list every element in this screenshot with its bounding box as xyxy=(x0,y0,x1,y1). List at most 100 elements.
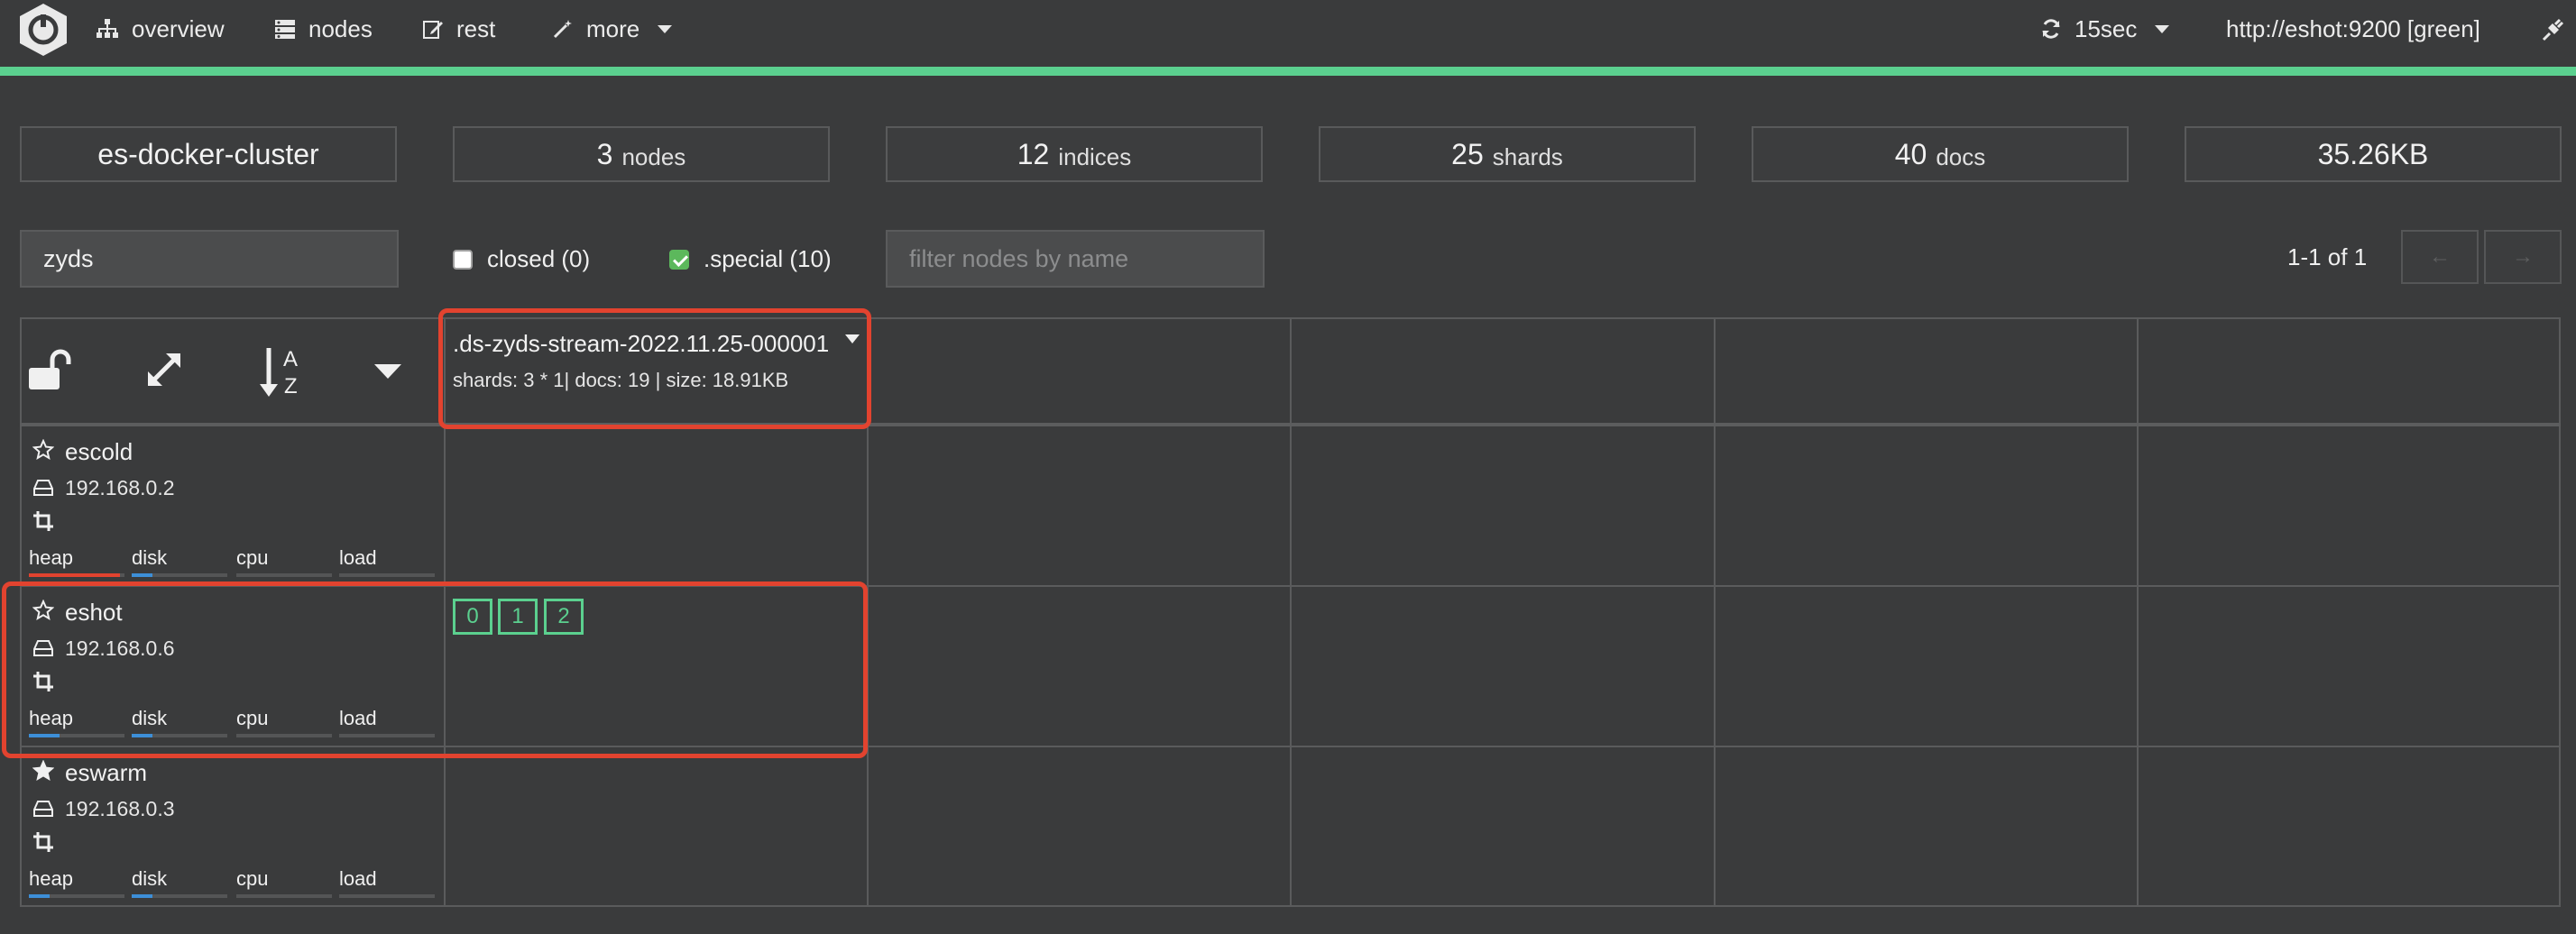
docs-count: 40 xyxy=(1894,137,1927,170)
node-name-eswarm[interactable]: eswarm xyxy=(65,759,147,787)
nav-more-label: more xyxy=(586,14,640,42)
docs-count-label: docs xyxy=(1936,142,1986,170)
sitemap-icon xyxy=(97,19,118,38)
indices-count: 12 xyxy=(1017,137,1050,170)
cpu-label: cpu xyxy=(236,867,269,890)
node-ip-eshot: 192.168.0.6 xyxy=(65,636,175,660)
disk-bar-fill xyxy=(132,894,153,898)
load-bar xyxy=(339,734,435,737)
disk-bar-fill xyxy=(132,573,153,577)
closed-checkbox-label: closed (0) xyxy=(487,245,591,272)
heap-bar-fill xyxy=(29,734,60,737)
refresh-icon xyxy=(2042,19,2060,39)
hdd-icon xyxy=(33,480,53,496)
grid-border xyxy=(2137,317,2139,907)
heap-bar-fill xyxy=(29,573,120,577)
load-label: load xyxy=(339,867,377,890)
cluster-health-bar xyxy=(0,67,2576,76)
node-name-escold[interactable]: escold xyxy=(65,438,133,466)
heap-bar xyxy=(29,894,124,898)
nav-overview-label: overview xyxy=(132,14,225,42)
indices-count-box: 12 indices xyxy=(886,126,1263,182)
cpu-label: cpu xyxy=(236,707,269,729)
crop-icon xyxy=(33,672,53,691)
cluster-size: 35.26KB xyxy=(2317,137,2429,170)
pagination-info: 1-1 of 1 xyxy=(2287,243,2368,270)
crop-icon xyxy=(33,511,53,531)
star-filled-icon[interactable] xyxy=(32,760,54,782)
heap-label: heap xyxy=(29,867,73,890)
cpu-bar xyxy=(236,894,332,898)
next-page-button[interactable]: → xyxy=(2484,230,2562,284)
special-checkbox-box[interactable] xyxy=(669,249,689,270)
grid-border xyxy=(20,905,2561,907)
connection-url[interactable]: http://eshot:9200 [green] xyxy=(2226,0,2480,58)
chevron-down-icon[interactable] xyxy=(373,362,402,380)
closed-indices-checkbox[interactable]: closed (0) xyxy=(453,245,590,273)
app-logo-icon[interactable] xyxy=(16,2,70,58)
top-navbar xyxy=(0,0,2576,67)
connect-button[interactable] xyxy=(2540,0,2567,58)
nodes-count-box: 3 nodes xyxy=(453,126,830,182)
docs-count-box: 40 docs xyxy=(1752,126,2129,182)
nodes-count: 3 xyxy=(596,137,613,170)
load-label: load xyxy=(339,546,377,569)
node-highlight-box xyxy=(2,581,868,758)
shards-count-box: 25 shards xyxy=(1319,126,1696,182)
sort-alpha-icon[interactable]: A Z xyxy=(258,344,308,398)
star-outline-icon[interactable] xyxy=(32,439,54,461)
connection-url-label: http://eshot:9200 [green] xyxy=(2226,14,2480,42)
star-outline-icon[interactable] xyxy=(32,600,54,621)
magic-wand-icon xyxy=(553,20,572,39)
shard-0[interactable]: 0 xyxy=(453,599,492,635)
disk-label: disk xyxy=(132,707,168,729)
nav-rest[interactable]: rest xyxy=(422,0,495,58)
prev-page-button[interactable]: ← xyxy=(2401,230,2479,284)
cluster-name: es-docker-cluster xyxy=(97,137,319,170)
closed-checkbox-box[interactable] xyxy=(453,249,473,270)
unlock-icon[interactable] xyxy=(27,348,74,391)
indices-count-label: indices xyxy=(1058,142,1132,170)
heap-label: heap xyxy=(29,546,73,569)
cpu-label: cpu xyxy=(236,546,269,569)
refresh-interval-dropdown[interactable]: 15sec xyxy=(2040,0,2170,58)
chevron-down-icon xyxy=(658,24,673,33)
index-menu-chevron-icon[interactable] xyxy=(845,334,860,343)
heap-bar-fill xyxy=(29,894,51,898)
nav-more-dropdown[interactable]: more xyxy=(552,0,673,58)
nav-overview[interactable]: overview xyxy=(96,0,225,58)
cpu-bar xyxy=(236,573,332,577)
svg-text:A: A xyxy=(283,347,298,371)
grid-border xyxy=(20,423,2561,426)
index-filter-input[interactable] xyxy=(20,230,399,288)
nav-rest-label: rest xyxy=(456,14,496,42)
hdd-icon xyxy=(33,801,53,817)
svg-text:Z: Z xyxy=(284,374,298,398)
nav-nodes[interactable]: nodes xyxy=(274,0,373,58)
heap-bar xyxy=(29,734,124,737)
shard-2[interactable]: 2 xyxy=(544,599,584,635)
grid-border xyxy=(20,585,2561,587)
grid-border xyxy=(867,317,869,907)
node-ip-escold: 192.168.0.2 xyxy=(65,476,175,499)
grid-border xyxy=(2559,317,2561,907)
index-metadata: shards: 3 * 1| docs: 19 | size: 18.91KB xyxy=(453,369,789,391)
grid-border xyxy=(444,317,446,907)
disk-label: disk xyxy=(132,867,168,890)
load-bar xyxy=(339,573,435,577)
grid-border xyxy=(20,746,2561,747)
load-label: load xyxy=(339,707,377,729)
node-filter-input[interactable] xyxy=(886,230,1265,288)
special-checkbox-label: .special (10) xyxy=(704,245,832,272)
cluster-size-box: 35.26KB xyxy=(2185,126,2562,182)
shard-1[interactable]: 1 xyxy=(498,599,538,635)
index-name[interactable]: .ds-zyds-stream-2022.11.25-000001 xyxy=(453,330,829,358)
heap-bar xyxy=(29,573,124,577)
node-name-eshot[interactable]: eshot xyxy=(65,599,123,627)
grid-border xyxy=(20,317,2561,319)
nodes-count-label: nodes xyxy=(621,142,686,170)
special-indices-checkbox[interactable]: .special (10) xyxy=(669,245,832,273)
grid-border xyxy=(20,317,22,907)
expand-icon[interactable] xyxy=(143,348,186,391)
nav-nodes-label: nodes xyxy=(308,14,373,42)
